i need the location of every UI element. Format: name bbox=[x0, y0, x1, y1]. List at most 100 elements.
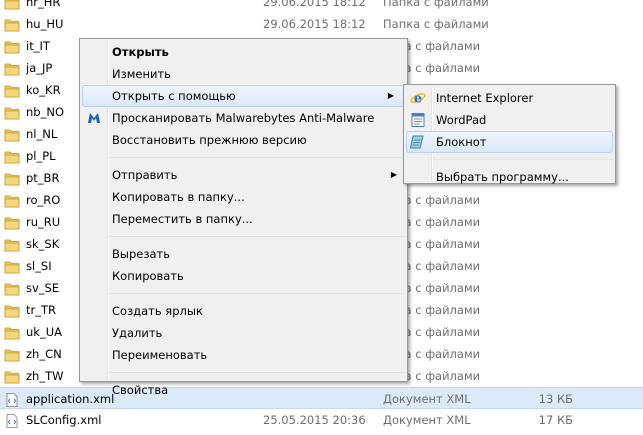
submenu-arrow-icon: ▶ bbox=[387, 91, 394, 100]
file-row[interactable]: SLConfig.xml 25.05.2015 20:36 Документ XML… bbox=[0, 409, 643, 431]
menu-item-edit[interactable]: Изменить bbox=[80, 63, 407, 85]
folder-icon bbox=[4, 347, 20, 362]
folder-icon bbox=[4, 0, 20, 10]
submenu-item-internet-explorer[interactable]: e Internet Explorer bbox=[404, 87, 615, 109]
menu-item-delete[interactable]: Удалить bbox=[80, 322, 407, 344]
folder-icon bbox=[4, 17, 20, 32]
file-name: hr_HR bbox=[26, 0, 61, 9]
menu-item-label: Открыть bbox=[112, 45, 169, 59]
folder-icon bbox=[4, 61, 20, 76]
open-with-submenu: e Internet Explorer WordPad Блокнот Выбр… bbox=[403, 84, 616, 184]
folder-icon bbox=[4, 303, 20, 318]
menu-item-label: Восстановить прежнюю версию bbox=[112, 133, 307, 147]
file-size: 17 КБ bbox=[538, 413, 573, 427]
submenu-item-choose-program[interactable]: Выбрать программу... bbox=[404, 166, 615, 188]
file-name: ru_RU bbox=[26, 215, 61, 229]
menu-item-open-with[interactable]: Открыть с помощью ▶ bbox=[82, 85, 405, 107]
menu-item-properties[interactable]: Свойства bbox=[80, 379, 407, 401]
menu-item-create-shortcut[interactable]: Создать ярлык bbox=[80, 300, 407, 322]
menu-item-label: Удалить bbox=[112, 326, 163, 340]
file-name: pt_BR bbox=[26, 171, 60, 185]
menu-separator bbox=[432, 159, 613, 160]
internet-explorer-icon: e bbox=[410, 90, 426, 107]
notepad-icon bbox=[409, 134, 426, 150]
xml-file-icon bbox=[4, 392, 20, 407]
menu-item-copy[interactable]: Копировать bbox=[80, 265, 407, 287]
menu-item-label: Переместить в папку... bbox=[112, 212, 253, 226]
submenu-item-notepad[interactable]: Блокнот bbox=[406, 131, 613, 153]
menu-item-label: Просканировать Malwarebytes Anti-Malware bbox=[112, 111, 375, 125]
file-name: zh_TW bbox=[26, 369, 64, 383]
menu-item-label: Копировать в папку... bbox=[112, 190, 245, 204]
folder-icon bbox=[4, 127, 20, 142]
file-name: tr_TR bbox=[26, 303, 57, 317]
folder-row[interactable]: hr_HR 29.06.2015 18:12 Папка с файлами bbox=[0, 0, 643, 13]
file-type: Папка с файлами bbox=[383, 17, 489, 31]
menu-item-label: Internet Explorer bbox=[436, 91, 534, 105]
wordpad-icon bbox=[410, 112, 426, 128]
menu-item-copy-to-folder[interactable]: Копировать в папку... bbox=[80, 186, 407, 208]
menu-item-label: Создать ярлык bbox=[112, 304, 203, 318]
file-type: Документ XML bbox=[383, 413, 471, 427]
file-name: ko_KR bbox=[26, 83, 61, 97]
menu-item-label: Переименовать bbox=[112, 348, 208, 362]
context-menu: Открыть Изменить Открыть с помощью ▶ Прос… bbox=[79, 38, 408, 397]
folder-icon bbox=[4, 105, 20, 120]
menu-separator bbox=[108, 293, 405, 294]
file-name: SLConfig.xml bbox=[26, 413, 102, 427]
malwarebytes-icon bbox=[86, 110, 102, 126]
folder-row[interactable]: hu_HU 29.06.2015 18:12 Папка с файлами bbox=[0, 13, 643, 35]
menu-item-move-to-folder[interactable]: Переместить в папку... bbox=[80, 208, 407, 230]
file-name: pl_PL bbox=[26, 149, 56, 163]
menu-item-label: Изменить bbox=[112, 67, 171, 81]
folder-icon bbox=[4, 171, 20, 186]
menu-item-label: WordPad bbox=[436, 113, 487, 127]
file-name: sv_SE bbox=[26, 281, 60, 295]
folder-icon bbox=[4, 281, 20, 296]
menu-item-label: Вырезать bbox=[112, 247, 170, 261]
menu-item-cut[interactable]: Вырезать bbox=[80, 243, 407, 265]
menu-item-label: Открыть с помощью bbox=[112, 89, 236, 103]
folder-icon bbox=[4, 83, 20, 98]
file-name: nb_NO bbox=[26, 105, 64, 119]
svg-text:e: e bbox=[414, 92, 422, 107]
file-name: zh_CN bbox=[26, 347, 62, 361]
menu-item-label: Отправить bbox=[112, 168, 178, 182]
menu-item-scan-malwarebytes[interactable]: Просканировать Malwarebytes Anti-Malware bbox=[80, 107, 407, 129]
folder-icon bbox=[4, 259, 20, 274]
file-name: ro_RO bbox=[26, 193, 61, 207]
file-date: 25.05.2015 20:36 bbox=[263, 413, 366, 427]
menu-separator bbox=[108, 236, 405, 237]
menu-item-restore-previous[interactable]: Восстановить прежнюю версию bbox=[80, 129, 407, 151]
folder-icon bbox=[4, 237, 20, 252]
menu-separator bbox=[108, 372, 405, 373]
submenu-item-wordpad[interactable]: WordPad bbox=[404, 109, 615, 131]
menu-item-send-to[interactable]: Отправить ▶ bbox=[80, 164, 407, 186]
folder-icon bbox=[4, 325, 20, 340]
menu-item-label: Блокнот bbox=[436, 135, 487, 149]
file-date: 29.06.2015 18:12 bbox=[263, 17, 366, 31]
submenu-arrow-icon: ▶ bbox=[390, 170, 397, 179]
menu-item-open[interactable]: Открыть bbox=[80, 41, 407, 63]
file-name: ja_JP bbox=[26, 61, 53, 75]
file-type: Папка с файлами bbox=[383, 0, 489, 9]
file-date: 29.06.2015 18:12 bbox=[263, 0, 366, 9]
menu-separator bbox=[108, 157, 405, 158]
folder-icon bbox=[4, 193, 20, 208]
xml-file-icon bbox=[4, 413, 20, 428]
file-name: nl_NL bbox=[26, 127, 58, 141]
menu-item-rename[interactable]: Переименовать bbox=[80, 344, 407, 366]
folder-icon bbox=[4, 39, 20, 54]
folder-icon bbox=[4, 215, 20, 230]
menu-item-label: Свойства bbox=[112, 383, 169, 397]
file-name: sl_SI bbox=[26, 259, 52, 273]
menu-item-label: Копировать bbox=[112, 269, 184, 283]
menu-item-label: Выбрать программу... bbox=[436, 170, 569, 184]
file-size: 13 КБ bbox=[538, 392, 573, 406]
folder-icon bbox=[4, 149, 20, 164]
folder-icon bbox=[4, 369, 20, 384]
file-name: sk_SK bbox=[26, 237, 60, 251]
file-name: hu_HU bbox=[26, 17, 64, 31]
file-name: uk_UA bbox=[26, 325, 62, 339]
file-name: it_IT bbox=[26, 39, 50, 53]
